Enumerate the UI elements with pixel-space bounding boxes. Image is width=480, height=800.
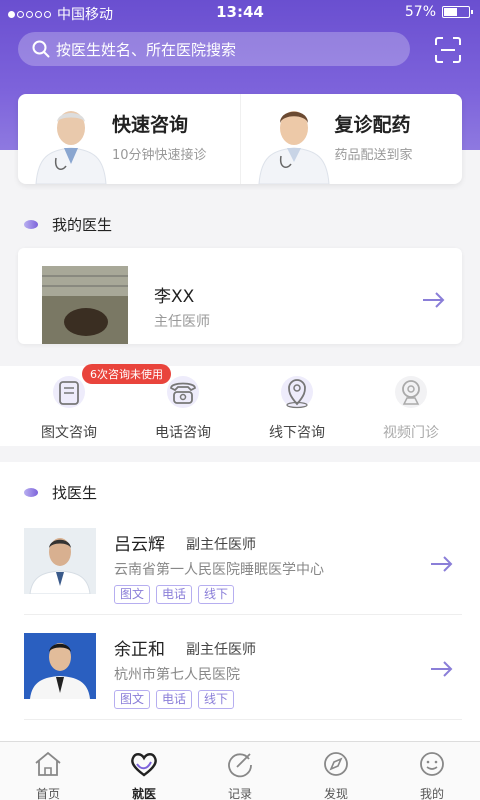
doctor-tags: 图文 电话 线下 <box>114 690 235 709</box>
doctor-illustration <box>257 111 330 184</box>
tab-record[interactable]: 记录 <box>192 742 288 800</box>
refill-title: 复诊配药 <box>334 114 411 136</box>
tab-record-label: 记录 <box>227 787 252 800</box>
search-row: 按医生姓名、所在医院搜索 <box>18 32 462 70</box>
doctor-name: 吕云辉 <box>114 535 165 555</box>
heart-stethoscope-icon <box>131 753 157 777</box>
scan-icon[interactable] <box>434 36 462 64</box>
record-icon <box>228 753 252 778</box>
tab-home[interactable]: 首页 <box>0 742 96 800</box>
consult-options: 图文咨询 电话咨询 线下咨询 视频门诊 <box>0 366 480 446</box>
doctor-tags: 图文 电话 线下 <box>114 585 235 604</box>
search-placeholder: 按医生姓名、所在医院搜索 <box>56 40 237 59</box>
smile-icon <box>420 752 444 776</box>
tag-offline: 线下 <box>198 585 235 604</box>
quick-consult-subtitle: 10分钟快速接诊 <box>112 148 207 163</box>
doctor-level: 副主任医师 <box>186 642 256 658</box>
section-bullet-icon <box>24 220 38 229</box>
find-doctor-heading: 找医生 <box>24 482 97 503</box>
tag-text: 图文 <box>114 690 151 709</box>
search-icon <box>32 40 50 58</box>
offline-consult-button[interactable]: 线下咨询 <box>242 374 352 442</box>
my-doctor-name: 李XX <box>154 287 195 307</box>
tag-text: 图文 <box>114 585 151 604</box>
quick-consult-title: 快速咨询 <box>112 114 189 136</box>
my-doctor-title: 主任医师 <box>154 314 210 330</box>
find-doctor-section: 找医生 吕云辉 副主任医师 云南省第一人民医院睡眠医学中心 图文 电话 线下 余… <box>0 462 480 742</box>
doctor-avatar <box>42 266 128 344</box>
unused-consult-badge: 6次咨询未使用 <box>82 364 171 384</box>
tab-mine[interactable]: 我的 <box>384 742 480 800</box>
my-doctor-card[interactable]: 李XX 主任医师 <box>18 248 462 344</box>
doctor-hospital: 杭州市第七人民医院 <box>114 667 240 683</box>
find-doctor-heading-label: 找医生 <box>52 484 98 502</box>
section-bullet-icon <box>24 488 38 497</box>
video-clinic-label: 视频门诊 <box>383 425 439 441</box>
video-clinic-button[interactable]: 视频门诊 <box>356 374 466 442</box>
home-icon <box>35 751 61 776</box>
offline-consult-label: 线下咨询 <box>269 425 325 441</box>
my-doctor-heading: 我的医生 <box>24 214 112 235</box>
arrow-right-icon <box>423 292 445 308</box>
text-consult-label: 图文咨询 <box>41 425 97 441</box>
status-bar: 中国移动 13:44 57% <box>0 0 480 26</box>
compass-icon <box>324 752 348 776</box>
doctor-level: 副主任医师 <box>186 537 256 553</box>
arrow-right-icon <box>431 661 453 677</box>
tab-mine-label: 我的 <box>419 787 444 800</box>
tab-discover[interactable]: 发现 <box>288 742 384 800</box>
tag-offline: 线下 <box>198 690 235 709</box>
refill-prescription-button[interactable]: 复诊配药 药品配送到家 <box>239 94 463 184</box>
doctor-list-item[interactable]: 余正和 副主任医师 杭州市第七人民医院 图文 电话 线下 <box>0 633 480 738</box>
doctor-photo <box>24 528 96 594</box>
tab-medical-label: 就医 <box>131 787 156 800</box>
arrow-right-icon <box>431 556 453 572</box>
search-input[interactable]: 按医生姓名、所在医院搜索 <box>18 32 410 66</box>
doctor-hospital: 云南省第一人民医院睡眠医学中心 <box>114 562 324 578</box>
video-camera-icon <box>395 376 427 408</box>
doctor-name: 余正和 <box>114 640 165 660</box>
divider <box>24 614 462 615</box>
refill-subtitle: 药品配送到家 <box>334 148 413 163</box>
text-consult-button[interactable]: 图文咨询 <box>14 374 124 442</box>
tab-home-label: 首页 <box>35 787 60 800</box>
my-doctor-heading-label: 我的医生 <box>52 216 113 234</box>
tag-phone: 电话 <box>156 690 193 709</box>
tab-bar: 首页 就医 记录 发现 我的 <box>0 741 480 800</box>
quick-consult-button[interactable]: 快速咨询 10分钟快速接诊 <box>18 94 240 184</box>
location-icon <box>281 376 313 409</box>
tab-medical[interactable]: 就医 <box>96 742 192 800</box>
service-card: 快速咨询 10分钟快速接诊 复诊配药 药品配送到家 <box>18 94 462 184</box>
doctor-list-item[interactable]: 吕云辉 副主任医师 云南省第一人民医院睡眠医学中心 图文 电话 线下 <box>0 528 480 633</box>
phone-consult-button[interactable]: 电话咨询 <box>128 374 238 442</box>
battery-icon <box>442 6 473 18</box>
doctor-illustration <box>35 111 107 184</box>
tag-phone: 电话 <box>156 585 193 604</box>
divider <box>24 719 462 720</box>
phone-consult-label: 电话咨询 <box>155 425 211 441</box>
tab-discover-label: 发现 <box>323 787 348 800</box>
battery-percent: 57% <box>404 4 436 20</box>
doctor-photo <box>24 633 96 699</box>
